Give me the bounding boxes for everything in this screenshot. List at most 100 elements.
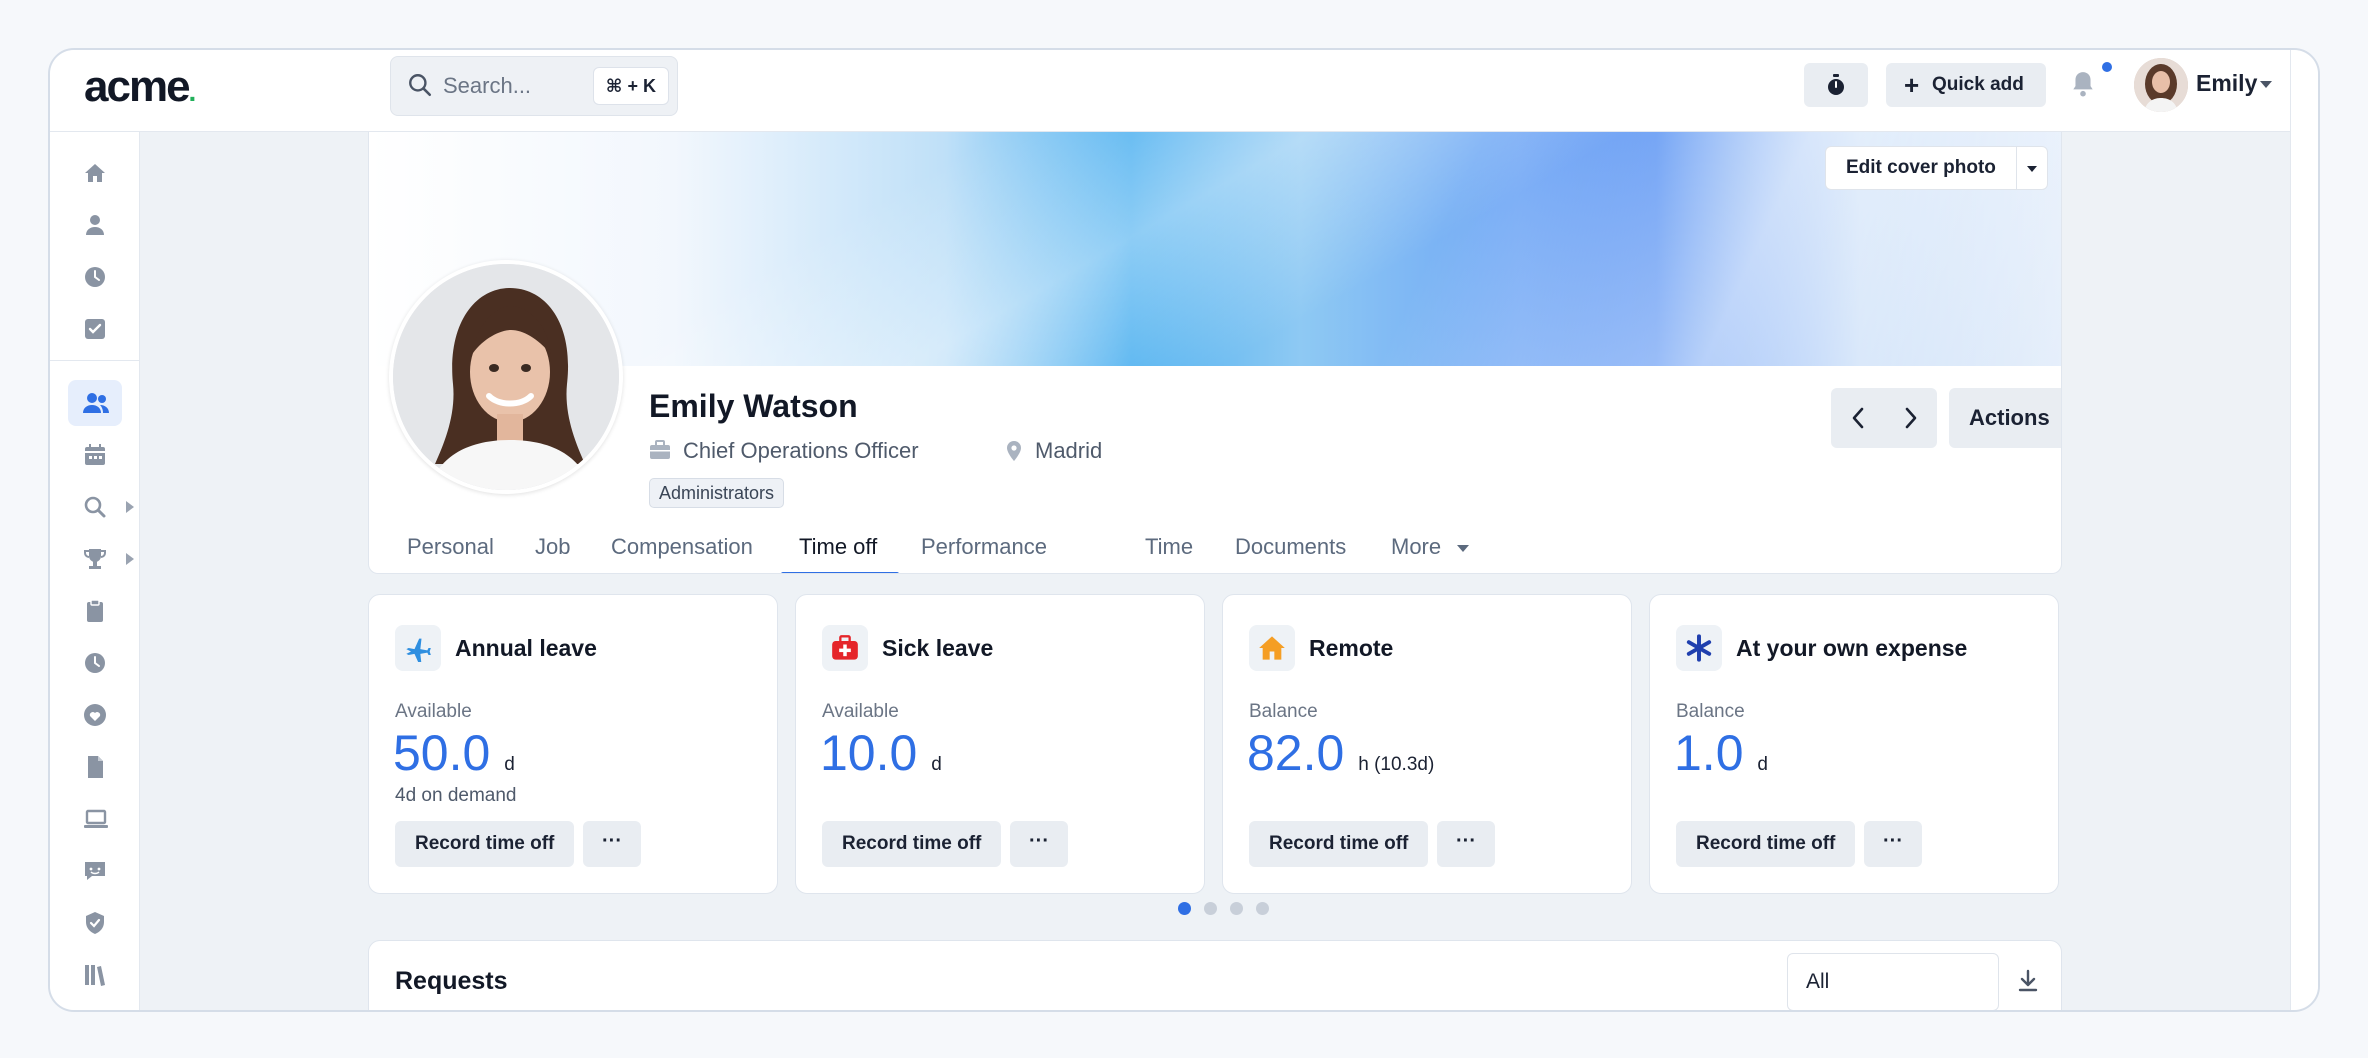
sidebar-item-people[interactable]: [68, 380, 122, 426]
search-shortcut-badge: ⌘ + K: [592, 67, 669, 105]
actions-button[interactable]: Actions: [1949, 388, 2061, 448]
clipboard-icon: [87, 599, 103, 622]
card-title: At your own expense: [1736, 635, 1968, 661]
card-balance: 10.0 d: [820, 725, 942, 781]
carousel-dot[interactable]: [1230, 902, 1243, 915]
sidebar-item-devices[interactable]: [68, 796, 122, 842]
expand-arrow-icon[interactable]: [126, 501, 134, 513]
requests-filter-select[interactable]: All: [1787, 953, 1999, 1010]
checkbox-icon: [85, 319, 105, 339]
tab-compensation[interactable]: Compensation: [611, 534, 753, 560]
record-time-off-button[interactable]: Record time off: [395, 821, 575, 867]
tab-time[interactable]: Time: [1145, 534, 1193, 560]
stopwatch-icon: [1828, 74, 1844, 95]
asterisk-icon: [1686, 634, 1712, 662]
role-badge[interactable]: Administrators: [649, 478, 785, 508]
card-caption: Balance: [1676, 701, 1745, 722]
card-title: Sick leave: [882, 635, 994, 661]
own-expense-card: At your own expense Balance 1.0 d Record…: [1649, 594, 2059, 894]
tab-documents[interactable]: Documents: [1235, 534, 1346, 560]
search-icon: [84, 496, 106, 518]
record-time-off-button[interactable]: Record time off: [1676, 821, 1856, 867]
sidebar-item-tasks[interactable]: [68, 306, 122, 352]
briefcase-icon: [650, 440, 670, 459]
more-options-button[interactable]: ···: [583, 821, 641, 867]
tab-performance[interactable]: Performance: [921, 534, 1047, 560]
clock-icon: [85, 267, 105, 287]
chat-icon: [85, 862, 105, 880]
bell-icon[interactable]: [2070, 70, 2096, 98]
sidebar-divider: [50, 360, 140, 361]
card-caption: Available: [395, 701, 472, 722]
download-icon[interactable]: [2017, 969, 2039, 993]
laptop-icon: [84, 809, 108, 828]
timer-button[interactable]: [1804, 63, 1868, 107]
tab-more[interactable]: More: [1391, 534, 1441, 560]
sidebar-item-onboarding[interactable]: [68, 588, 122, 634]
user-name[interactable]: Emily: [2196, 70, 2257, 97]
profile-navigation: [1831, 388, 1937, 448]
expand-arrow-icon[interactable]: [126, 553, 134, 565]
chevron-down-icon[interactable]: [2260, 81, 2272, 88]
people-icon: [83, 393, 109, 413]
card-caption: Balance: [1249, 701, 1318, 722]
location-pin-icon: [1007, 441, 1021, 461]
edit-cover-photo-button[interactable]: Edit cover photo: [1825, 146, 2048, 190]
notification-dot: [2102, 62, 2112, 72]
requests-title: Requests: [395, 967, 508, 995]
search-input[interactable]: Search... ⌘ + K: [390, 56, 678, 116]
sidebar-item-documents[interactable]: [68, 744, 122, 790]
card-title: Annual leave: [455, 635, 597, 661]
sidebar-item-home[interactable]: [68, 150, 122, 196]
card-balance: 50.0 d: [393, 725, 515, 781]
user-avatar[interactable]: [2134, 58, 2188, 112]
quick-add-button[interactable]: + Quick add: [1886, 63, 2046, 107]
more-options-button[interactable]: ···: [1437, 821, 1495, 867]
sidebar-item-performance[interactable]: [68, 536, 122, 582]
search-icon: [409, 74, 432, 97]
carousel-dot[interactable]: [1178, 902, 1191, 915]
top-bar: acme. Search... ⌘ + K + Quick add Emily: [50, 50, 2290, 132]
active-tab-indicator: [781, 572, 899, 573]
shield-icon: [86, 912, 104, 934]
more-options-button[interactable]: ···: [1010, 821, 1068, 867]
home-icon: [85, 164, 105, 182]
sidebar-item-profile[interactable]: [68, 202, 122, 248]
annual-leave-card: Annual leave Available 50.0 d 4d on dema…: [368, 594, 778, 894]
tab-job[interactable]: Job: [535, 534, 570, 560]
acme-logo[interactable]: acme.: [84, 62, 196, 112]
calendar-icon: [85, 444, 105, 465]
app-window: acme. Search... ⌘ + K + Quick add Emily: [48, 48, 2320, 1012]
document-icon: [88, 756, 103, 778]
next-profile-button[interactable]: [1884, 388, 1937, 448]
sidebar-item-recruiting[interactable]: [68, 484, 122, 530]
caret-down-icon[interactable]: [1457, 545, 1469, 552]
sidebar-item-attendance[interactable]: [68, 640, 122, 686]
sidebar-item-calendar[interactable]: [68, 432, 122, 478]
house-icon: [1259, 636, 1285, 660]
carousel-dot[interactable]: [1204, 902, 1217, 915]
tab-personal[interactable]: Personal: [407, 534, 494, 560]
scrollbar-gutter[interactable]: [2290, 50, 2318, 1010]
sidebar-item-feedback[interactable]: [68, 848, 122, 894]
card-balance: 1.0 d: [1674, 725, 1768, 781]
carousel-dot[interactable]: [1256, 902, 1269, 915]
sidebar: [50, 132, 140, 1010]
sidebar-item-time[interactable]: [68, 254, 122, 300]
chevron-right-icon: [1905, 407, 1917, 429]
sidebar-item-wellbeing[interactable]: [68, 692, 122, 738]
record-time-off-button[interactable]: Record time off: [822, 821, 1002, 867]
sidebar-item-security[interactable]: [68, 900, 122, 946]
sidebar-item-library[interactable]: [68, 952, 122, 998]
profile-header-card: Edit cover photo Emily Watson Chief Oper…: [368, 132, 2062, 574]
record-time-off-button[interactable]: Record time off: [1249, 821, 1429, 867]
previous-profile-button[interactable]: [1831, 388, 1884, 448]
cover-options-dropdown[interactable]: [2017, 147, 2047, 189]
heart-icon: [84, 704, 106, 726]
card-title: Remote: [1309, 635, 1394, 661]
card-subtext: 4d on demand: [395, 785, 517, 806]
more-options-button[interactable]: ···: [1864, 821, 1922, 867]
caret-down-icon: [2026, 166, 2037, 172]
profile-avatar[interactable]: [389, 260, 623, 494]
tab-time-off[interactable]: Time off: [799, 534, 877, 560]
